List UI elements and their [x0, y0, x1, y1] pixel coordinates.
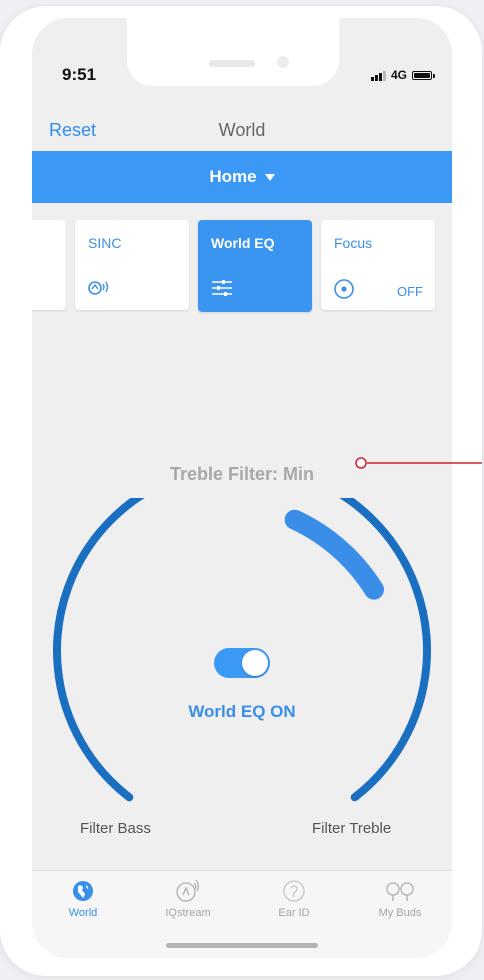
home-indicator[interactable] [166, 943, 318, 948]
front-camera [277, 56, 289, 68]
focus-icon [334, 279, 354, 299]
status-indicators: 4G [370, 68, 435, 82]
mode-label: World EQ [211, 235, 275, 251]
mode-card-partial[interactable] [32, 220, 66, 310]
status-time: 9:51 [62, 65, 97, 84]
battery-icon [412, 70, 435, 80]
mode-label: Focus [334, 235, 373, 251]
sinc-icon [88, 281, 109, 295]
location-selector[interactable]: Home [32, 151, 452, 203]
filter-treble-label: Filter Treble [312, 820, 392, 837]
globe-icon [73, 881, 93, 901]
sliders-icon [212, 280, 232, 296]
device-notch [127, 18, 339, 86]
iqstream-icon [176, 879, 199, 902]
mode-card-sinc[interactable]: SINC [75, 220, 189, 310]
speaker-grill [209, 60, 255, 67]
location-label: Home [209, 167, 257, 186]
focus-status: OFF [397, 284, 423, 299]
tab-label: World [68, 907, 98, 919]
mode-label: SINC [88, 235, 122, 251]
caret-down-icon [264, 173, 275, 181]
mode-card-focus[interactable]: Focus OFF [321, 220, 435, 310]
eq-status-label: World EQ ON [188, 702, 296, 721]
tab-label: IQstream [165, 907, 211, 919]
tab-iqstream[interactable]: IQstream [148, 879, 228, 919]
tab-label: Ear ID [278, 907, 310, 919]
filter-bass-label: Filter Bass [80, 820, 151, 837]
mode-selector: SINC World EQ Focus OFF [32, 220, 452, 312]
tab-world[interactable]: World [43, 879, 123, 919]
toggle-knob [242, 650, 268, 676]
tab-my-buds[interactable]: My Buds [360, 879, 440, 919]
signal-icon [370, 70, 386, 81]
mode-card-world-eq[interactable]: World EQ [198, 220, 312, 312]
filter-level-label: Treble Filter: Min [169, 464, 315, 484]
network-type: 4G [390, 68, 407, 82]
dial-handle [284, 509, 384, 600]
phone-frame: 9:51 4G Reset World Home SINC World EQ F… [0, 6, 482, 976]
tab-ear-id[interactable]: Ear ID [254, 879, 334, 919]
tab-label: My Buds [378, 907, 422, 919]
world-eq-toggle[interactable] [214, 648, 270, 678]
nav-bar: Reset World [32, 110, 452, 150]
ear-id-icon [283, 880, 305, 902]
app-screen: 9:51 4G Reset World Home SINC World EQ F… [32, 18, 452, 958]
buds-icon [386, 882, 414, 901]
page-title: World [218, 120, 266, 140]
tab-bar: World IQstream Ear ID My Buds [32, 870, 452, 958]
